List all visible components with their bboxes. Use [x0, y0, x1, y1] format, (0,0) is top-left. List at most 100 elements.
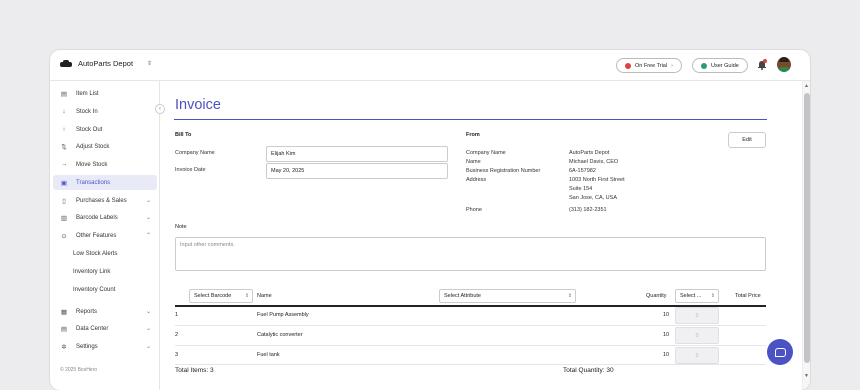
from-brn-label: Business Registration Number: [466, 168, 541, 174]
sidebar-item-item-list[interactable]: ▤ Item List: [53, 86, 157, 101]
note-textarea[interactable]: Input other comments.: [175, 237, 766, 271]
scrollbar-thumb[interactable]: [804, 93, 810, 363]
sidebar-item-label: Stock In: [76, 108, 98, 115]
quantity-select-dropdown[interactable]: Select ... ⇕: [675, 289, 719, 303]
sidebar-item-purchases-sales[interactable]: ▯ Purchases & Sales ⌄: [53, 193, 157, 208]
row-quantity[interactable]: 10: [663, 352, 669, 358]
invoice-panel: Invoice Bill To Company Name Elijah Kim …: [161, 81, 801, 390]
app-name: AutoParts Depot: [78, 59, 134, 68]
name-header: Name: [257, 293, 272, 299]
row-number: 3: [175, 352, 179, 358]
qty-select-label: Select ...: [680, 293, 702, 299]
from-name-label: Name: [466, 159, 481, 165]
row-quantity[interactable]: 10: [663, 312, 669, 318]
scroll-down-icon[interactable]: ▼: [804, 373, 809, 379]
data-center-icon: ▤: [60, 325, 68, 333]
sidebar-item-label: Inventory Link: [73, 268, 111, 275]
row-name: Fuel tank: [257, 352, 280, 358]
chevron-down-icon: ⌄: [145, 326, 151, 332]
row-name: Catalytic converter: [257, 332, 303, 338]
select-barcode-dropdown[interactable]: Select Barcode ⇕: [189, 289, 253, 303]
from-company-label: Company Name: [466, 150, 506, 156]
copyright-text: © 2025 BoxHero: [60, 367, 98, 373]
updown-icon: ⇕: [147, 61, 153, 67]
sidebar-item-label: Stock Out: [76, 126, 103, 133]
select-barcode-label: Select Barcode: [194, 293, 232, 299]
sidebar-item-low-stock-alerts[interactable]: Low Stock Alerts: [53, 246, 157, 261]
quantity-header: Quantity: [646, 293, 667, 299]
row-price-input[interactable]: 0: [675, 327, 719, 344]
chevron-down-icon: ⌄: [145, 309, 151, 315]
sidebar-item-barcode-labels[interactable]: ▥ Barcode Labels ⌄: [53, 210, 157, 225]
chat-icon: [774, 347, 786, 357]
edit-button[interactable]: Edit: [728, 132, 766, 148]
car-icon: [60, 59, 72, 68]
sidebar-item-label: Move Stock: [76, 161, 108, 168]
settings-icon: ✲: [61, 343, 67, 351]
barcode-icon: ▥: [60, 214, 68, 222]
company-name-label: Company Name: [175, 150, 215, 156]
sidebar-item-adjust-stock[interactable]: ⇅ Adjust Stock: [53, 139, 157, 154]
select-attribute-label: Select Attribute: [444, 293, 481, 299]
total-items: Total Items: 3: [175, 367, 214, 374]
sidebar-item-label: Transactions: [76, 179, 111, 186]
total-price-header: Total Price: [735, 293, 761, 299]
sidebar-item-reports[interactable]: ▦ Reports ⌄: [53, 304, 157, 319]
title-divider: [174, 119, 767, 120]
move-icon: →: [60, 161, 68, 168]
invoice-date-field[interactable]: May 20, 2025: [266, 163, 448, 179]
company-name-field[interactable]: Elijah Kim: [266, 146, 448, 162]
free-trial-button[interactable]: On Free Trial ›: [616, 58, 682, 73]
scroll-up-icon[interactable]: ▲: [804, 83, 809, 89]
chevron-up-icon: ⌃: [145, 233, 151, 239]
bell-icon[interactable]: [757, 59, 767, 70]
sidebar-item-stock-in[interactable]: ↓ Stock In: [53, 104, 157, 119]
chevron-down-icon: ⌄: [145, 215, 151, 221]
sidebar-item-label: Inventory Count: [73, 286, 116, 293]
transactions-icon: ▣: [60, 179, 68, 187]
sidebar-item-transactions[interactable]: ▣ Transactions: [53, 175, 157, 190]
from-label: From: [466, 132, 480, 138]
sidebar-item-move-stock[interactable]: → Move Stock: [53, 157, 157, 172]
chat-support-button[interactable]: [767, 339, 793, 365]
company-switcher[interactable]: AutoParts Depot ⇕: [60, 59, 152, 68]
row-quantity[interactable]: 10: [663, 332, 669, 338]
stock-out-icon: ↑: [62, 126, 66, 133]
top-bar: AutoParts Depot ⇕ On Free Trial › User G…: [50, 50, 810, 81]
collapse-sidebar-button[interactable]: ‹: [155, 104, 165, 114]
bill-to-label: Bill To: [175, 132, 192, 138]
sidebar-item-settings[interactable]: ✲ Settings ⌄: [53, 339, 157, 354]
from-company-value: AutoParts Depot: [569, 150, 610, 156]
sidebar-item-label: Reports: [76, 308, 98, 315]
features-icon: ⊙: [61, 232, 67, 240]
list-icon: ▤: [60, 90, 68, 98]
sidebar-item-data-center[interactable]: ▤ Data Center ⌄: [53, 321, 157, 336]
guide-dot-icon: [701, 62, 707, 69]
sidebar-item-stock-out[interactable]: ↑ Stock Out: [53, 122, 157, 137]
sidebar-item-other-features[interactable]: ⊙ Other Features ⌃: [53, 228, 157, 243]
trial-dot-icon: [625, 62, 631, 69]
sidebar-item-inventory-count[interactable]: Inventory Count: [53, 282, 157, 297]
from-brn-value: 6A-157982: [569, 168, 596, 174]
updown-icon: ⇕: [710, 293, 715, 299]
from-address-label: Address: [466, 177, 487, 183]
chevron-right-icon: ›: [671, 62, 673, 69]
row-price-input[interactable]: 0: [675, 347, 719, 364]
sidebar-item-inventory-link[interactable]: Inventory Link: [53, 264, 157, 279]
row-price-input[interactable]: 0: [675, 307, 719, 324]
select-attribute-dropdown[interactable]: Select Attribute ⇕: [439, 289, 576, 303]
user-guide-button[interactable]: User Guide: [692, 58, 748, 73]
guide-label: User Guide: [711, 62, 739, 69]
reports-icon: ▦: [60, 308, 68, 316]
updown-icon: ⇕: [567, 293, 572, 299]
sidebar-item-label: Item List: [76, 90, 99, 97]
row-divider: [175, 364, 766, 365]
row-number: 1: [175, 312, 179, 318]
row-name: Fuel Pump Assembly: [257, 312, 309, 318]
vertical-scrollbar[interactable]: ▲ ▼: [802, 81, 810, 390]
avatar[interactable]: [777, 57, 791, 72]
from-address-line3: San Jose, CA, USA: [569, 195, 617, 201]
sidebar-item-label: Low Stock Alerts: [73, 250, 118, 257]
row-divider: [175, 325, 766, 326]
sidebar-item-label: Settings: [76, 343, 98, 350]
